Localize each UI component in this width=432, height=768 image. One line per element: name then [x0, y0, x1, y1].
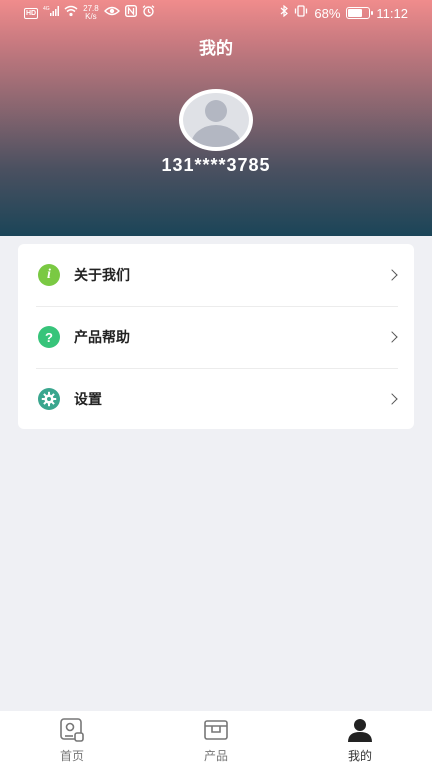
menu-item-product-help[interactable]: ? 产品帮助	[18, 306, 414, 368]
menu-item-label: 关于我们	[74, 268, 130, 284]
avatar[interactable]	[179, 89, 253, 151]
network-speed: 27.8 K/s	[83, 5, 99, 21]
help-icon: ?	[38, 326, 60, 348]
alarm-icon	[142, 5, 155, 21]
tab-label: 首页	[59, 749, 84, 763]
menu-item-label: 设置	[74, 392, 102, 408]
tab-label: 产品	[203, 749, 228, 763]
bluetooth-icon	[280, 4, 289, 21]
info-icon: i	[38, 264, 60, 286]
page-title: 我的	[199, 39, 233, 59]
menu-card: i 关于我们 ? 产品帮助 设置	[18, 244, 414, 429]
profile-header: HD 4G 27.8 K/s 68% 11:12 我的 131****3785	[0, 0, 432, 236]
status-bar: HD 4G 27.8 K/s 68% 11:12	[0, 0, 432, 28]
profile-icon	[348, 719, 372, 742]
avatar-head	[205, 100, 227, 122]
nfc-icon	[124, 4, 137, 21]
battery-icon	[346, 7, 374, 19]
home-icon	[60, 718, 84, 742]
network-type-label: 4G	[43, 6, 50, 12]
vibrate-icon	[294, 5, 308, 21]
tab-product[interactable]: 产品	[144, 711, 288, 768]
battery-level	[348, 9, 363, 17]
menu-item-label: 产品帮助	[74, 330, 130, 346]
tab-mine[interactable]: 我的	[288, 711, 432, 768]
product-icon	[204, 720, 228, 740]
menu-item-settings[interactable]: 设置	[18, 368, 414, 430]
avatar-body	[191, 125, 241, 147]
tab-home[interactable]: 首页	[0, 711, 144, 768]
hd-badge: HD	[24, 7, 39, 19]
avatar-placeholder-icon	[183, 93, 249, 147]
eye-icon	[103, 5, 120, 21]
chevron-right-icon	[386, 269, 398, 281]
gear-icon	[38, 388, 60, 410]
bottom-tab-bar: 首页 产品 我的	[0, 711, 432, 768]
clock: 11:12	[376, 5, 408, 21]
battery-percent: 68%	[314, 5, 341, 21]
signal-icon: 4G	[43, 5, 60, 21]
chevron-right-icon	[386, 331, 398, 343]
user-phone: 131****3785	[161, 155, 271, 175]
menu-item-about-us[interactable]: i 关于我们	[18, 244, 414, 306]
chevron-right-icon	[386, 393, 398, 405]
speed-unit: K/s	[85, 12, 97, 21]
wifi-icon	[64, 5, 78, 21]
status-left: HD 4G 27.8 K/s	[24, 5, 155, 21]
tab-label: 我的	[347, 749, 372, 763]
status-right: 68% 11:12	[280, 4, 408, 21]
